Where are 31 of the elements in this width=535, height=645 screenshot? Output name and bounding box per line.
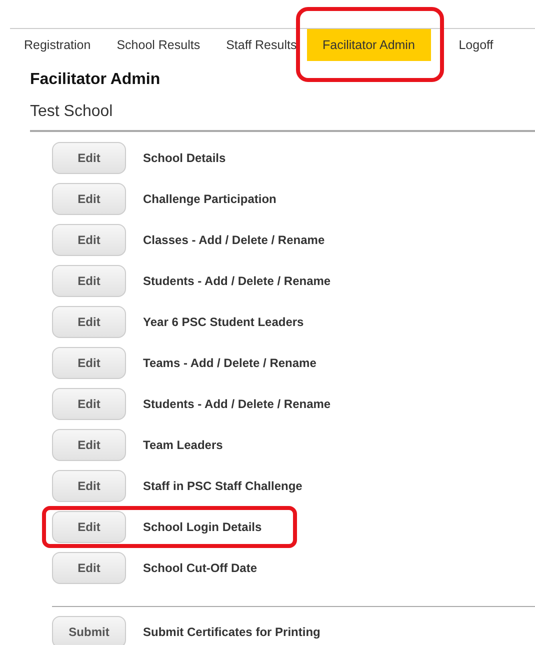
edit-button[interactable]: Edit: [52, 224, 126, 256]
nav-tab[interactable]: Logoff: [448, 29, 504, 61]
row-label: Team Leaders: [143, 438, 223, 452]
row-label: Year 6 PSC Student Leaders: [143, 315, 304, 329]
edit-button[interactable]: Edit: [52, 429, 126, 461]
row-label: School Login Details: [143, 520, 262, 534]
row-label: School Cut-Off Date: [143, 561, 257, 575]
page-heading: Facilitator Admin: [30, 71, 162, 89]
nav-tab[interactable]: Facilitator Admin: [306, 29, 431, 61]
edit-button[interactable]: Edit: [52, 265, 126, 297]
row-label: Students - Add / Delete / Rename: [143, 397, 331, 411]
row-label: Challenge Participation: [143, 192, 276, 206]
row-label: Classes - Add / Delete / Rename: [143, 233, 325, 247]
row-label: Teams - Add / Delete / Rename: [143, 356, 316, 370]
edit-button[interactable]: Edit: [52, 470, 126, 502]
nav-tab[interactable]: School Results: [106, 29, 210, 61]
edit-button[interactable]: Edit: [52, 347, 126, 379]
edit-button[interactable]: Edit: [52, 388, 126, 420]
row-label: School Details: [143, 151, 226, 165]
edit-button[interactable]: Edit: [52, 552, 126, 584]
nav-tab[interactable]: Registration: [14, 29, 101, 61]
edit-button[interactable]: Edit: [52, 142, 126, 174]
row-label: Students - Add / Delete / Rename: [143, 274, 331, 288]
row-label: Submit Certificates for Printing: [143, 625, 320, 639]
edit-button[interactable]: Edit: [52, 306, 126, 338]
submit-button[interactable]: Submit: [52, 616, 126, 645]
nav-tab[interactable]: Staff Results: [216, 29, 307, 61]
school-name: Test School: [30, 103, 114, 121]
edit-button[interactable]: Edit: [52, 183, 126, 215]
row-label: Staff in PSC Staff Challenge: [143, 479, 302, 493]
edit-button[interactable]: Edit: [52, 511, 126, 543]
